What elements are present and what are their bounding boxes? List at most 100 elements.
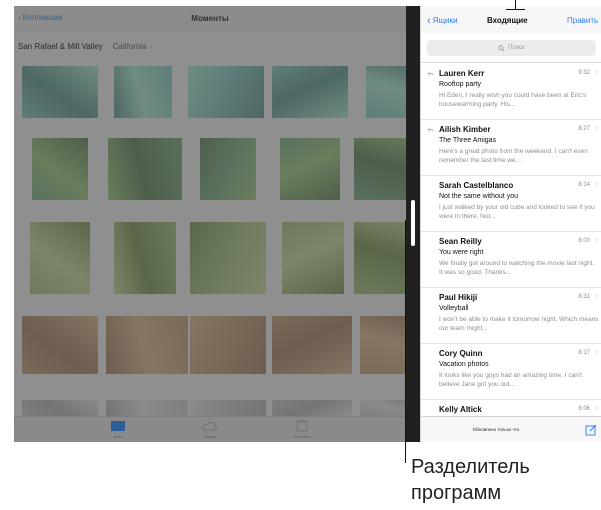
message-subject: The Three Amigas: [439, 137, 497, 144]
message-row[interactable]: Ailish Kimber 8:27 The Three Amigas Here's …: [421, 120, 601, 176]
albums-icon: [296, 420, 308, 432]
photo-thumbnail[interactable]: [354, 138, 406, 200]
callout-line2: программ: [411, 482, 502, 504]
message-preview: I just walked by your old cube and looke…: [439, 204, 595, 220]
chevron-right-icon: ›: [595, 293, 598, 300]
chevron-right-icon: ›: [595, 405, 598, 412]
mailboxes-back-button[interactable]: ‹ Ящики: [427, 14, 457, 27]
replied-icon: [427, 127, 434, 132]
message-row[interactable]: Paul Hikiji 8:31 Volleyball I won't be able…: [421, 288, 601, 344]
message-row[interactable]: Sarah Castelblanco 8:14 Not the same witho…: [421, 176, 601, 232]
photos-tab-bar: Фото Общие Альбомы: [14, 416, 406, 442]
photo-thumbnail[interactable]: [272, 66, 348, 118]
message-subject: Volleyball: [439, 305, 469, 312]
photo-thumbnail[interactable]: [32, 138, 88, 200]
chevron-right-icon: ›: [595, 349, 598, 356]
photo-thumbnail[interactable]: [106, 316, 188, 374]
message-row[interactable]: Cory Quinn 8:17 Vacation photos It looks li…: [421, 344, 601, 400]
update-status: Обновлено только что: [472, 427, 520, 432]
photo-thumbnail[interactable]: [188, 66, 264, 118]
message-row[interactable]: Lauren Kerr 9:32 Rooftop party Hi Eden, I r…: [421, 64, 601, 120]
chevron-right-icon: ›: [595, 69, 598, 76]
photo-thumbnail[interactable]: [22, 400, 98, 416]
photo-thumbnail[interactable]: [114, 66, 172, 118]
callout-top-bar: [506, 9, 525, 10]
photo-thumbnail[interactable]: [200, 138, 256, 200]
inbox-title: Входящие: [487, 16, 528, 25]
photo-thumbnail[interactable]: [272, 400, 352, 416]
message-subject: Rooftop party: [439, 81, 482, 88]
chevron-right-icon: ›: [595, 125, 598, 132]
photos-app-pane[interactable]: ‹ Коллекции Моменты San Rafael & Mill Va…: [14, 6, 406, 442]
photo-thumbnail[interactable]: [272, 316, 352, 374]
cloud-icon: [202, 421, 218, 431]
replied-icon: [427, 71, 434, 76]
photo-thumbnail[interactable]: [360, 316, 406, 374]
message-time: 8:31: [578, 294, 590, 300]
callout-label: Разделитель программ: [411, 454, 530, 506]
message-preview: I won't be able to make it tomorrow nigh…: [439, 316, 599, 332]
message-time: 8:17: [578, 350, 590, 356]
message-subject: Not the same without you: [439, 193, 518, 200]
edit-button[interactable]: Править: [567, 16, 598, 25]
location-label: San Rafael & Mill Valley: [18, 42, 103, 51]
mail-navigation-bar: ‹ Ящики Входящие Править: [421, 6, 601, 34]
photo-thumbnail[interactable]: [354, 222, 406, 294]
search-field[interactable]: Поиск: [427, 40, 596, 56]
message-time: 8:14: [578, 182, 590, 188]
city-label: California: [112, 42, 147, 51]
message-sender: Ailish Kimber: [439, 125, 491, 134]
mail-app-pane: ‹ Ящики Входящие Править Поиск Lauren Ke…: [420, 6, 601, 442]
mail-toolbar: Обновлено только что: [421, 416, 601, 442]
photo-thumbnail[interactable]: [190, 222, 266, 294]
separator: [421, 62, 601, 63]
app-divider[interactable]: [406, 6, 420, 442]
photo-thumbnail[interactable]: [30, 222, 90, 294]
moment-location-header[interactable]: San Rafael & Mill Valley California ›: [18, 42, 152, 51]
message-subject: Vacation photos: [439, 361, 489, 368]
photo-thumbnail[interactable]: [22, 66, 98, 118]
tab-albums[interactable]: Альбомы: [282, 420, 322, 439]
photo-thumbnail[interactable]: [282, 222, 344, 294]
message-sender: Lauren Kerr: [439, 69, 485, 78]
search-icon: [498, 44, 505, 52]
message-time: 9:32: [578, 70, 590, 76]
message-preview: Hi Eden, I really wish you could have be…: [439, 92, 587, 108]
message-preview: It looks like you guys had an amazing ti…: [439, 372, 582, 388]
photos-icon: [111, 421, 125, 431]
tab-shared[interactable]: Общие: [190, 420, 230, 439]
message-row[interactable]: Sean Reilly 8:00 You were right We finally …: [421, 232, 601, 288]
message-time: 8:06: [578, 406, 590, 412]
photo-thumbnail[interactable]: [280, 138, 340, 200]
split-view-screen: ‹ Коллекции Моменты San Rafael & Mill Va…: [0, 0, 601, 510]
message-sender: Kelly Altick: [439, 405, 482, 414]
chevron-left-icon: ‹: [427, 14, 431, 27]
divider-handle[interactable]: [411, 200, 415, 246]
message-subject: You were right: [439, 249, 484, 256]
message-sender: Paul Hikiji: [439, 293, 478, 302]
search-placeholder: Поиск: [508, 45, 525, 51]
callout-leader-line: [405, 220, 406, 463]
tab-photos[interactable]: Фото: [98, 420, 138, 439]
callout-top-line: [515, 0, 516, 9]
message-preview: Here's a great photo from the weekend. I…: [439, 148, 588, 164]
photo-thumbnail[interactable]: [190, 400, 266, 416]
message-time: 8:00: [578, 238, 590, 244]
chevron-right-icon: ›: [595, 237, 598, 244]
photo-thumbnail[interactable]: [360, 400, 406, 416]
chevron-right-icon: ›: [595, 181, 598, 188]
photo-thumbnail[interactable]: [106, 400, 188, 416]
photo-thumbnail[interactable]: [366, 66, 406, 118]
photos-title: Моменты: [191, 14, 229, 23]
message-sender: Sean Reilly: [439, 237, 482, 246]
photo-thumbnail[interactable]: [22, 316, 98, 374]
photo-thumbnail[interactable]: [190, 316, 266, 374]
compose-icon[interactable]: [585, 424, 597, 436]
message-time: 8:27: [578, 126, 590, 132]
photos-navigation-bar: ‹ Коллекции Моменты: [14, 6, 406, 32]
message-sender: Cory Quinn: [439, 349, 483, 358]
message-preview: We finally got around to watching the mo…: [439, 260, 595, 276]
callout-line1: Разделитель: [411, 456, 530, 478]
photo-thumbnail[interactable]: [114, 222, 176, 294]
photo-thumbnail[interactable]: [108, 138, 182, 200]
